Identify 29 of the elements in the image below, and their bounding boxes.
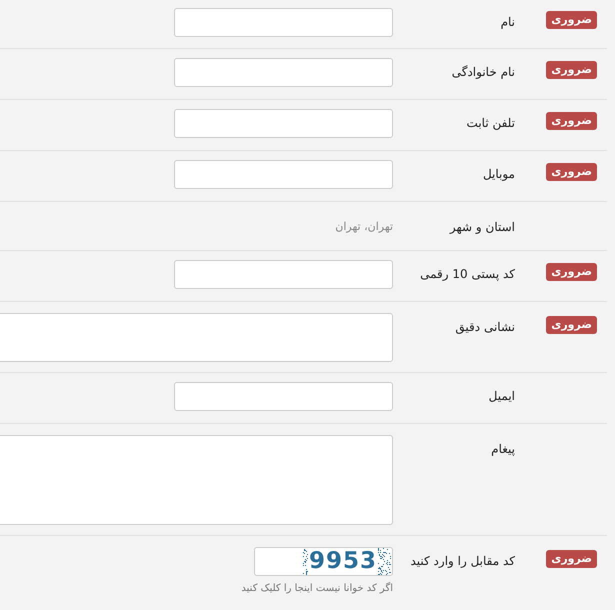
field-label: کد پستی 10 رقمی xyxy=(420,267,515,281)
field-label: استان و شهر xyxy=(450,220,515,234)
field-label: موبایل xyxy=(482,167,515,181)
field-label: تلفن ثابت xyxy=(466,116,515,130)
text-area[interactable] xyxy=(0,435,393,525)
required-badge: ضروری xyxy=(546,550,597,568)
field-label: نشانی دقیق xyxy=(455,320,515,334)
refresh-captcha-link[interactable]: اگر کد خوانا نیست اینجا را کلیک کنید xyxy=(241,583,393,594)
required-badge: ضروری xyxy=(546,61,597,79)
required-badge: ضروری xyxy=(546,11,597,29)
field-value: تهران، تهران xyxy=(335,220,393,233)
input-field[interactable] xyxy=(174,160,393,189)
captcha-input-field[interactable]: 9953 xyxy=(254,547,393,576)
field-label: ایمیل xyxy=(488,389,515,403)
field-label: نام خانوادگی xyxy=(452,65,515,79)
input-field[interactable] xyxy=(174,382,393,411)
required-badge: ضروری xyxy=(546,263,597,281)
input-field[interactable] xyxy=(174,260,393,289)
field-label: کد مقابل را وارد کنید xyxy=(410,554,515,568)
input-field[interactable] xyxy=(174,109,393,138)
text-area[interactable] xyxy=(0,313,393,362)
input-field[interactable] xyxy=(174,58,393,87)
input-field[interactable] xyxy=(174,8,393,37)
required-badge: ضروری xyxy=(546,163,597,181)
captcha-code: 9953 xyxy=(309,549,378,574)
required-badge: ضروری xyxy=(546,316,597,334)
required-badge: ضروری xyxy=(546,112,597,130)
field-label: نام xyxy=(500,15,515,29)
field-label: پیغام xyxy=(491,442,515,456)
